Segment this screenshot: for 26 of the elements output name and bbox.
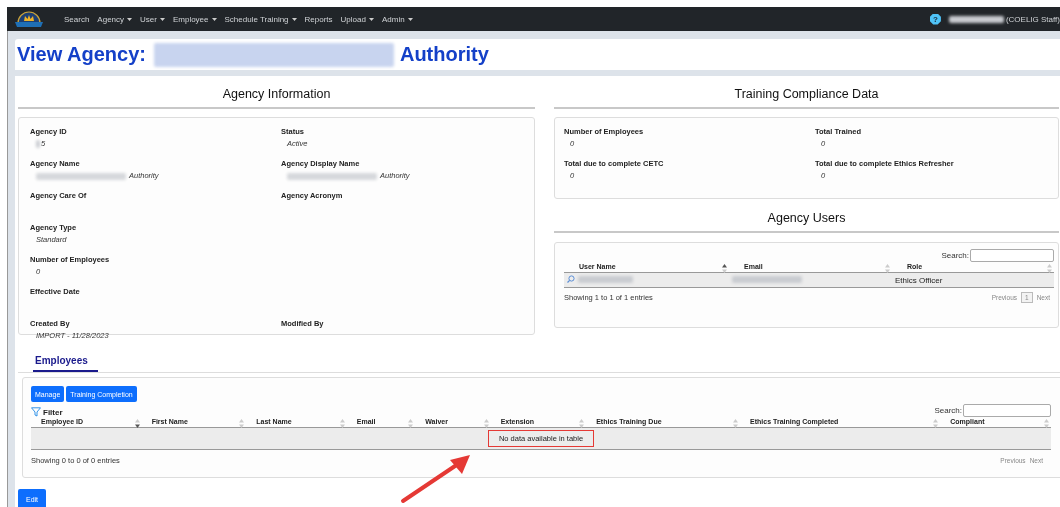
filter-button[interactable]: Filter — [31, 407, 63, 417]
nav-menu-item[interactable]: Employee — [172, 14, 217, 24]
funnel-icon — [31, 407, 41, 417]
section-heading: Agency Information — [18, 87, 535, 109]
search-icon[interactable] — [567, 275, 575, 283]
tab[interactable]: Employees — [33, 354, 98, 372]
section-heading: Training Compliance Data — [554, 87, 1059, 109]
section-heading: Agency Users — [554, 211, 1059, 233]
help-button[interactable]: ? — [929, 13, 941, 25]
nav-menu-item[interactable]: Search — [64, 14, 90, 24]
sort-icon[interactable] — [722, 264, 727, 273]
search-field[interactable] — [963, 404, 1051, 417]
nav-menu-item[interactable]: Admin — [381, 14, 413, 24]
search-label: Search: — [941, 251, 969, 260]
seal-logo-icon[interactable] — [14, 9, 44, 29]
search-label: Search: — [934, 406, 962, 415]
nav-menu-item[interactable]: Schedule Training — [224, 14, 297, 24]
nav-menu-item[interactable]: User — [140, 14, 165, 24]
search-field[interactable] — [970, 249, 1054, 262]
page-title: Authority — [399, 43, 489, 66]
nav-menu-item[interactable]: Agency — [97, 14, 133, 24]
user-role[interactable]: (COELIG Staff) — [1005, 14, 1060, 24]
sort-icon[interactable] — [134, 419, 140, 428]
nav-menu-item[interactable]: Upload — [340, 14, 374, 24]
page-title: View Agency: — [17, 43, 146, 66]
nav-menu-item[interactable]: Reports — [304, 14, 333, 24]
